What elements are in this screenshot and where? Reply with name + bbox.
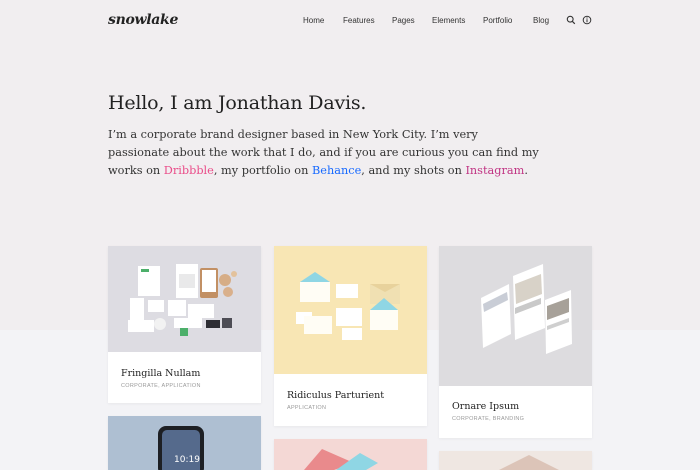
portfolio-card-pink[interactable]: [274, 439, 427, 470]
print-mockup-image: [499, 455, 559, 470]
portfolio-thumbnail: [439, 246, 592, 386]
intro-paragraph: I’m a corporate brand designer based in …: [108, 126, 539, 180]
nav-item-home[interactable]: Home: [303, 16, 324, 25]
intro-text: , and my shots on: [361, 164, 466, 177]
intro-text: , my portfolio on: [213, 164, 312, 177]
nav-item-features[interactable]: Features: [343, 16, 375, 25]
nav-item-blog[interactable]: Blog: [533, 16, 549, 25]
intro-line-2: passionate about the work that I do, and…: [108, 146, 539, 159]
intro-text: works on: [108, 164, 164, 177]
search-icon[interactable]: [566, 15, 576, 25]
intro-line-1: I’m a corporate brand designer based in …: [108, 128, 478, 141]
portfolio-thumbnail: 10:19: [108, 416, 261, 470]
info-icon[interactable]: [582, 15, 592, 25]
app-screens-mockup-image: [481, 264, 572, 354]
card-title: Ridiculus Parturient: [287, 390, 385, 401]
phone-clock: 10:19: [174, 455, 200, 465]
portfolio-thumbnail: [439, 451, 592, 470]
portfolio-card-phone[interactable]: 10:19: [108, 416, 261, 470]
portfolio-card-fringilla[interactable]: Fringilla Nullam CORPORATE, APPLICATION: [108, 246, 261, 403]
card-categories: APPLICATION: [287, 405, 327, 411]
site-logo[interactable]: snowlake: [108, 12, 178, 28]
paper-mockup-image: [304, 449, 378, 470]
portfolio-thumbnail: [108, 246, 261, 352]
intro-line-3: works on Dribbble, my portfolio on Behan…: [108, 162, 538, 180]
card-title: Fringilla Nullam: [121, 368, 201, 379]
nav-item-pages[interactable]: Pages: [392, 16, 415, 25]
portfolio-card-beige[interactable]: [439, 451, 592, 470]
envelope-mockup-image: [296, 272, 400, 340]
dribbble-link[interactable]: Dribbble: [164, 164, 214, 177]
page-title: Hello, I am Jonathan Davis.: [108, 92, 367, 114]
card-categories: CORPORATE, APPLICATION: [121, 383, 201, 389]
portfolio-card-ridiculus[interactable]: Ridiculus Parturient APPLICATION: [274, 246, 427, 426]
behance-link[interactable]: Behance: [312, 164, 361, 177]
nav-item-elements[interactable]: Elements: [432, 16, 465, 25]
card-title: Ornare Ipsum: [452, 401, 520, 412]
nav-item-portfolio[interactable]: Portfolio: [483, 16, 512, 25]
stationery-mockup-image: [128, 264, 237, 336]
instagram-link[interactable]: Instagram: [465, 164, 524, 177]
portfolio-card-ornare[interactable]: Ornare Ipsum CORPORATE, BRANDING: [439, 246, 592, 438]
portfolio-thumbnail: [274, 246, 427, 374]
card-categories: CORPORATE, BRANDING: [452, 416, 525, 422]
portfolio-thumbnail: [274, 439, 427, 470]
intro-text: .: [524, 164, 528, 177]
